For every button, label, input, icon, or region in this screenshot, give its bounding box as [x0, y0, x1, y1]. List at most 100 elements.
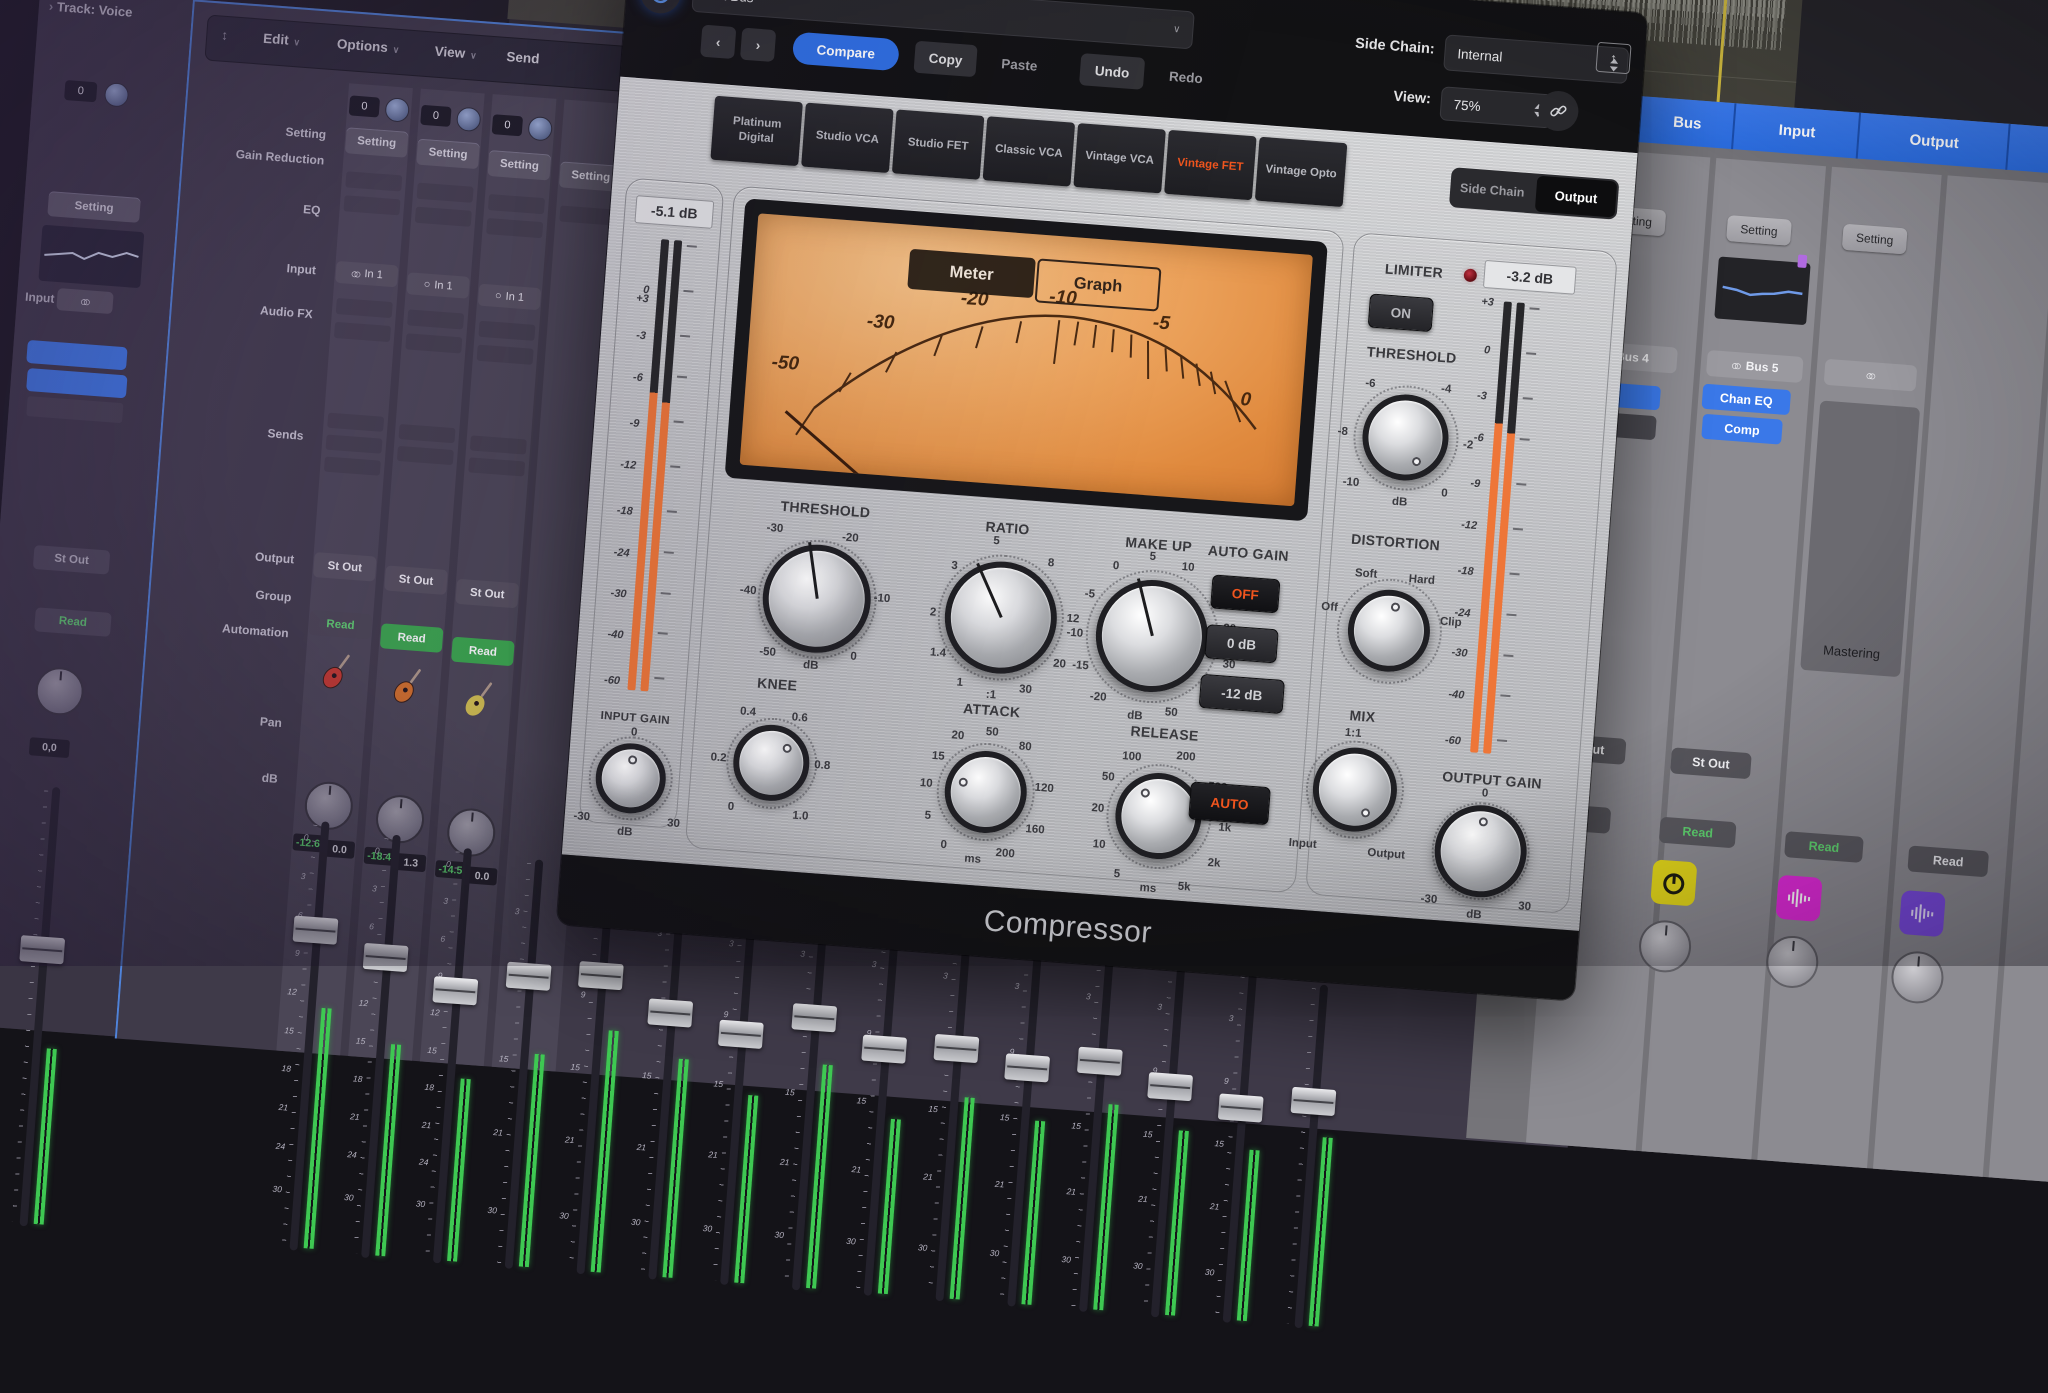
- fader-cap[interactable]: [19, 935, 65, 964]
- waveform-plugin-icon[interactable]: [1775, 875, 1822, 922]
- setting-button[interactable]: Setting: [345, 127, 409, 158]
- side-chain-toggle[interactable]: Side Chain: [1449, 167, 1536, 213]
- send-slot[interactable]: [470, 435, 527, 454]
- fader-cap[interactable]: [1077, 1047, 1123, 1076]
- stereo-format-button[interactable]: ○○: [56, 288, 113, 314]
- fader-cap[interactable]: [1291, 1087, 1337, 1116]
- fader-cap[interactable]: [1004, 1053, 1050, 1082]
- track-notes-area[interactable]: Mastering: [1800, 400, 1920, 677]
- gauge-plugin-icon[interactable]: [1650, 859, 1697, 906]
- fader-cap[interactable]: [933, 1034, 979, 1063]
- setting-button[interactable]: Setting: [1842, 224, 1908, 255]
- gain-knob[interactable]: [384, 97, 410, 123]
- auto-gain-minus12db-button[interactable]: -12 dB: [1199, 674, 1285, 714]
- limiter-threshold-knob[interactable]: [1359, 391, 1451, 483]
- menu-options[interactable]: Options∨: [336, 36, 400, 56]
- fader-cap[interactable]: [1218, 1093, 1264, 1122]
- copy-button[interactable]: Copy: [913, 41, 977, 78]
- model-tab-studio-fet[interactable]: Studio FET: [892, 109, 985, 179]
- eq-slot[interactable]: [415, 207, 472, 227]
- tab-master-vc[interactable]: Master/VC: [2005, 124, 2048, 188]
- view-zoom-selector[interactable]: 75%: [1439, 86, 1553, 128]
- output-gain-knob[interactable]: [1431, 802, 1530, 901]
- output-button[interactable]: St Out: [313, 552, 377, 582]
- auto-release-button[interactable]: AUTO: [1188, 781, 1271, 825]
- eq-slot[interactable]: [345, 171, 402, 191]
- mix-knob[interactable]: [1310, 745, 1400, 835]
- output-button[interactable]: St Out: [455, 579, 519, 609]
- paste-button[interactable]: Paste: [983, 46, 1055, 83]
- attack-knob[interactable]: [942, 748, 1030, 836]
- output-button[interactable]: St Out: [384, 565, 448, 595]
- track-header[interactable]: › Track: Voice: [48, 0, 132, 20]
- limiter-on-button[interactable]: ON: [1368, 293, 1434, 332]
- pan-knob[interactable]: [34, 666, 85, 717]
- input-gain-knob[interactable]: [593, 741, 668, 816]
- threshold-knob[interactable]: [759, 541, 875, 657]
- input-slot[interactable]: ○In 1: [478, 284, 541, 311]
- automation-button[interactable]: Read: [380, 623, 444, 653]
- output-button[interactable]: St Out: [33, 545, 111, 575]
- fader-cap[interactable]: [578, 961, 624, 990]
- gain-knob[interactable]: [527, 116, 553, 142]
- automation-button[interactable]: Read: [34, 607, 112, 637]
- knee-knob[interactable]: [731, 722, 812, 803]
- eq-slot[interactable]: [343, 195, 400, 215]
- model-tab-vintage-fet-selected[interactable]: Vintage FET: [1164, 130, 1257, 200]
- output-toggle-selected[interactable]: Output: [1535, 176, 1617, 218]
- eq-slot[interactable]: [488, 194, 545, 214]
- compare-button[interactable]: Compare: [792, 31, 900, 71]
- model-tab-studio-vca[interactable]: Studio VCA: [801, 103, 894, 173]
- setting-button[interactable]: Setting: [416, 139, 480, 170]
- menu-view[interactable]: View∨: [434, 44, 477, 62]
- audio-fx-slot[interactable]: [336, 298, 393, 318]
- model-tab-classic-vca[interactable]: Classic VCA: [983, 116, 1076, 186]
- automation-button[interactable]: Read: [309, 610, 373, 640]
- menu-edit[interactable]: Edit∨: [263, 31, 301, 49]
- undo-button[interactable]: Undo: [1079, 53, 1145, 90]
- power-button[interactable]: [639, 0, 682, 15]
- display-tab-graph[interactable]: Graph: [1035, 258, 1162, 311]
- eq-curve-thumbnail[interactable]: [38, 225, 144, 288]
- model-tab-vintage-opto[interactable]: Vintage Opto: [1255, 137, 1348, 207]
- eq-curve-thumbnail[interactable]: [1714, 256, 1810, 325]
- plugin-slot[interactable]: [26, 396, 123, 423]
- audio-fx-slot[interactable]: [478, 321, 535, 341]
- audio-fx-slot[interactable]: [477, 345, 534, 365]
- plugin-slot-selected[interactable]: [26, 368, 127, 398]
- ratio-knob[interactable]: [941, 558, 1061, 678]
- audio-fx-slot[interactable]: [407, 309, 464, 329]
- input-slot[interactable]: ○In 1: [406, 272, 469, 299]
- fader-cap[interactable]: [1147, 1072, 1193, 1101]
- fader-cap[interactable]: [293, 916, 339, 945]
- auto-gain-off-button[interactable]: OFF: [1210, 574, 1280, 613]
- make-up-knob[interactable]: [1092, 576, 1212, 696]
- audio-fx-slot[interactable]: [334, 322, 391, 342]
- automation-button[interactable]: Read: [451, 637, 515, 667]
- menu-send[interactable]: Send: [506, 49, 540, 66]
- fader-cap[interactable]: [861, 1034, 907, 1063]
- tab-bus[interactable]: Bus: [1636, 96, 1736, 149]
- fader-cap[interactable]: [432, 976, 478, 1005]
- fader-cap[interactable]: [718, 1020, 764, 1049]
- input-slot[interactable]: ○○In 1: [335, 261, 398, 288]
- send-slot[interactable]: [399, 424, 456, 443]
- gain-knob[interactable]: [456, 106, 482, 132]
- eq-slot[interactable]: [559, 205, 616, 225]
- fader-cap[interactable]: [363, 943, 409, 972]
- send-slot[interactable]: [327, 413, 384, 432]
- fader-cap[interactable]: [506, 962, 552, 991]
- eq-slot[interactable]: [417, 183, 474, 203]
- send-slot[interactable]: [326, 435, 383, 454]
- redo-button[interactable]: Redo: [1151, 58, 1221, 95]
- prev-preset-button[interactable]: ‹: [700, 25, 736, 59]
- plugin-slot-selected[interactable]: [26, 340, 127, 370]
- distortion-knob[interactable]: [1345, 587, 1433, 675]
- auto-gain-0db-button[interactable]: 0 dB: [1204, 624, 1278, 663]
- send-slot[interactable]: [324, 457, 381, 476]
- open-window-icon[interactable]: ↑: [1595, 42, 1631, 74]
- updown-icon[interactable]: ↕: [221, 28, 229, 43]
- model-tab-vintage-vca[interactable]: Vintage VCA: [1073, 123, 1166, 193]
- setting-button[interactable]: Setting: [1726, 215, 1792, 246]
- send-slot[interactable]: [468, 457, 525, 476]
